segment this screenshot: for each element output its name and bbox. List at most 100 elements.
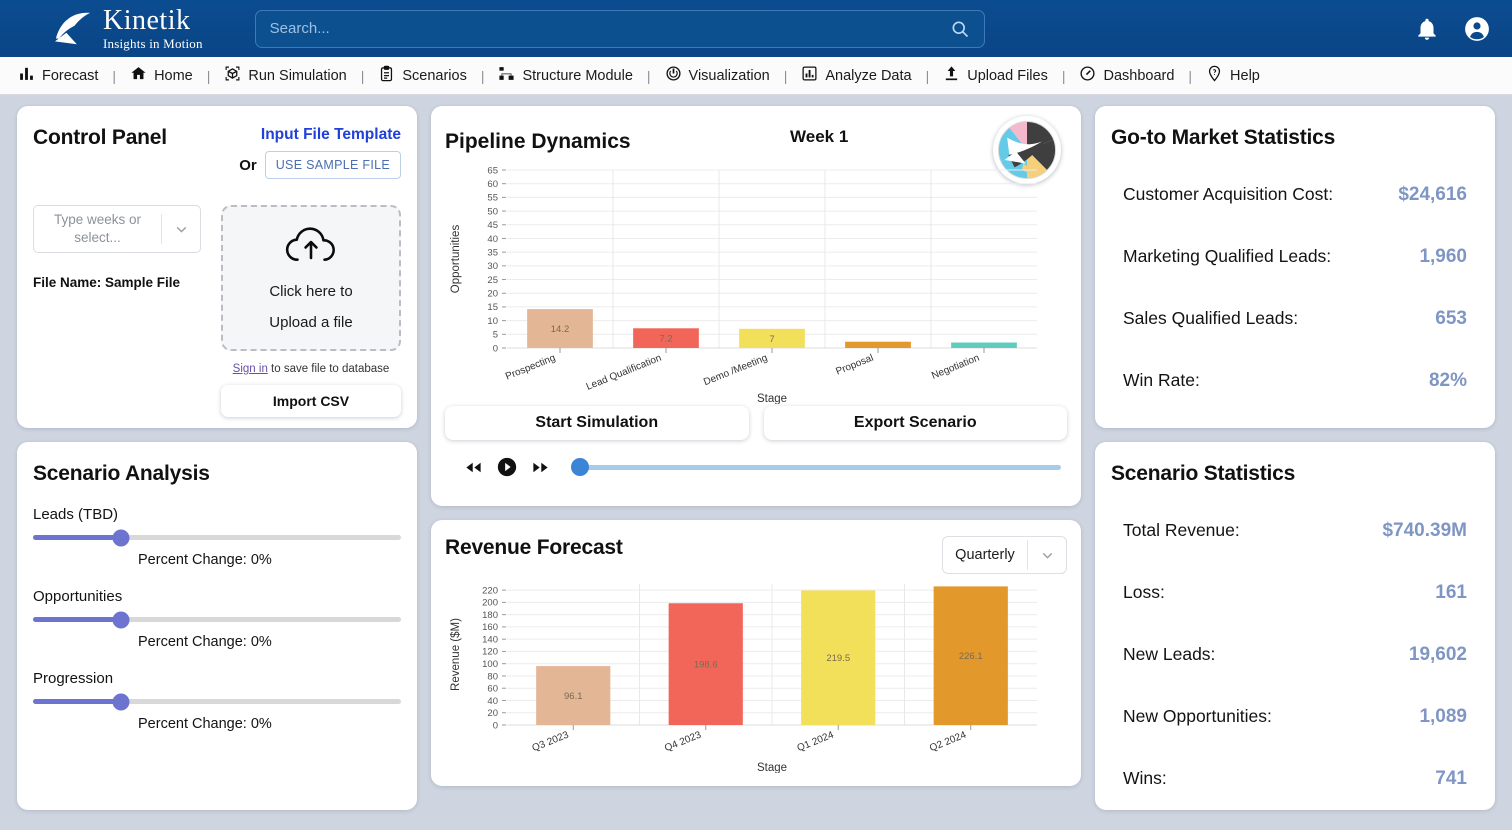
nav-label: Upload Files xyxy=(967,67,1048,84)
slider-label: Progression xyxy=(33,670,114,687)
use-sample-file-button[interactable]: USE SAMPLE FILE xyxy=(264,151,401,179)
svg-text:96.1: 96.1 xyxy=(564,691,583,702)
stat-label: Marketing Qualified Leads: xyxy=(1123,246,1332,266)
svg-text:Stage: Stage xyxy=(757,762,787,773)
nav-item-structure-module[interactable]: Structure Module xyxy=(488,57,642,95)
leads-slider[interactable] xyxy=(33,529,401,546)
slider-thumb[interactable] xyxy=(112,693,130,710)
percent-change-label: Percent Change: 0% xyxy=(138,552,272,568)
svg-text:40: 40 xyxy=(487,696,498,707)
dropzone-line2: Upload a file xyxy=(269,313,353,331)
svg-text:Stage: Stage xyxy=(757,393,787,404)
logo-subtitle: Insights in Motion xyxy=(103,36,203,51)
svg-text:50: 50 xyxy=(487,206,498,217)
speedometer-icon xyxy=(1079,65,1096,86)
stat-row: New Opportunities: 1,089 xyxy=(1111,706,1479,728)
kinetik-logo-icon xyxy=(52,10,94,48)
scenario-statistics-title: Scenario Statistics xyxy=(1111,462,1296,485)
nav-item-dashboard[interactable]: Dashboard xyxy=(1069,57,1184,95)
nav-label: Scenarios xyxy=(402,67,467,84)
chevron-down-icon[interactable] xyxy=(1028,547,1066,564)
right-column: Go-to Market Statistics Customer Acquisi… xyxy=(1095,106,1495,810)
svg-text:120: 120 xyxy=(482,647,498,658)
nav-item-help[interactable]: Help xyxy=(1196,57,1270,95)
slider-thumb[interactable] xyxy=(112,611,130,628)
timeline-thumb[interactable] xyxy=(570,458,589,476)
nav-separator: | xyxy=(646,67,651,84)
stat-value: 19,602 xyxy=(1408,644,1467,665)
start-simulation-button[interactable]: Start Simulation xyxy=(445,406,749,440)
week-label: Week 1 xyxy=(790,127,849,146)
center-column: Pipeline Dynamics Week 1 0 5 10 15 20 25… xyxy=(431,106,1081,810)
nav-item-run-simulation[interactable]: Run Simulation xyxy=(214,57,356,95)
stat-label: New Opportunities: xyxy=(1123,706,1272,726)
pipeline-chart-svg: 0 5 10 15 20 25 30 35 40 45 50 55 60 65 14.2 Prospectin… xyxy=(450,165,1037,405)
stat-row: Loss: 161 xyxy=(1111,582,1479,604)
nav-item-home[interactable]: Home xyxy=(120,57,203,95)
clipboard-icon xyxy=(378,65,395,86)
progression-slider[interactable] xyxy=(33,693,401,710)
svg-text:60: 60 xyxy=(487,684,498,695)
nav-item-forecast[interactable]: Forecast xyxy=(8,57,108,95)
play-icon[interactable] xyxy=(496,456,518,478)
search-bar[interactable] xyxy=(254,9,985,48)
input-file-template-link[interactable]: Input File Template xyxy=(239,126,401,144)
nav-separator: | xyxy=(925,67,930,84)
left-column: Control Panel Input File Template Or USE… xyxy=(17,106,417,810)
help-pin-icon xyxy=(1206,65,1223,86)
export-scenario-button[interactable]: Export Scenario xyxy=(763,406,1067,440)
rewind-icon[interactable] xyxy=(464,458,483,477)
stat-value: $740.39M xyxy=(1382,520,1467,541)
stat-row: Wins: 741 xyxy=(1111,768,1479,790)
logo-title: Kinetik xyxy=(103,5,191,36)
stat-row: Customer Acquisition Cost: $24,616 xyxy=(1111,184,1479,206)
signin-hint: Sign in to save file to database xyxy=(221,363,401,375)
svg-text:30: 30 xyxy=(487,261,498,272)
nav-item-visualization[interactable]: Visualization xyxy=(655,57,780,95)
nav-separator: | xyxy=(1061,67,1066,84)
scenario-analysis-card: Scenario Analysis Leads (TBD) Percent Ch… xyxy=(17,442,417,810)
opportunities-slider[interactable] xyxy=(33,611,401,628)
fast-forward-icon[interactable] xyxy=(531,458,550,477)
nav-label: Forecast xyxy=(42,67,99,84)
nav-item-scenarios[interactable]: Scenarios xyxy=(368,57,476,95)
control-panel-card: Control Panel Input File Template Or USE… xyxy=(17,106,417,428)
nav-item-analyze-data[interactable]: Analyze Data xyxy=(791,57,921,95)
nav-item-upload-files[interactable]: Upload Files xyxy=(933,57,1058,95)
search-icon[interactable] xyxy=(950,19,970,39)
or-label: Or xyxy=(239,156,257,174)
sign-in-link[interactable]: Sign in xyxy=(233,363,268,375)
nav-separator: | xyxy=(206,67,211,84)
svg-text:160: 160 xyxy=(482,622,498,633)
svg-text:60: 60 xyxy=(487,179,498,190)
stat-value: 161 xyxy=(1435,582,1467,603)
svg-text:45: 45 xyxy=(487,220,498,231)
svg-text:Opportunities: Opportunities xyxy=(450,225,462,294)
period-select[interactable]: Quarterly xyxy=(942,536,1067,574)
svg-text:140: 140 xyxy=(482,634,498,645)
slider-thumb[interactable] xyxy=(112,529,130,546)
svg-text:10: 10 xyxy=(487,316,498,327)
svg-text:Proposal: Proposal xyxy=(834,353,875,378)
stat-label: New Leads: xyxy=(1123,644,1216,664)
svg-text:Q2 2024: Q2 2024 xyxy=(928,729,968,754)
pipeline-dynamics-card: Pipeline Dynamics Week 1 0 5 10 15 20 25… xyxy=(431,106,1081,506)
stat-label: Total Revenue: xyxy=(1123,520,1240,540)
search-input[interactable] xyxy=(269,20,950,37)
import-csv-button[interactable]: Import CSV xyxy=(221,385,401,417)
home-icon xyxy=(130,65,147,86)
chevron-down-icon[interactable] xyxy=(162,221,200,238)
stat-label: Sales Qualified Leads: xyxy=(1123,308,1299,328)
percent-change-label: Percent Change: 0% xyxy=(138,716,272,732)
file-dropzone[interactable]: Click here to Upload a file xyxy=(221,205,401,351)
bell-icon[interactable] xyxy=(1414,16,1440,42)
account-circle-icon[interactable] xyxy=(1464,16,1490,42)
gtm-statistics-title: Go-to Market Statistics xyxy=(1111,126,1336,149)
playback-controls xyxy=(445,456,1067,478)
weeks-select[interactable]: Type weeks or select... xyxy=(33,205,201,253)
timeline-slider[interactable] xyxy=(570,458,1061,476)
slider-group-progression: Progression Percent Change: 0% xyxy=(33,670,401,732)
nav-separator: | xyxy=(783,67,788,84)
brand-logo[interactable]: Kinetik Insights in Motion xyxy=(52,7,203,50)
svg-text:Revenue ($M): Revenue ($M) xyxy=(450,618,462,691)
